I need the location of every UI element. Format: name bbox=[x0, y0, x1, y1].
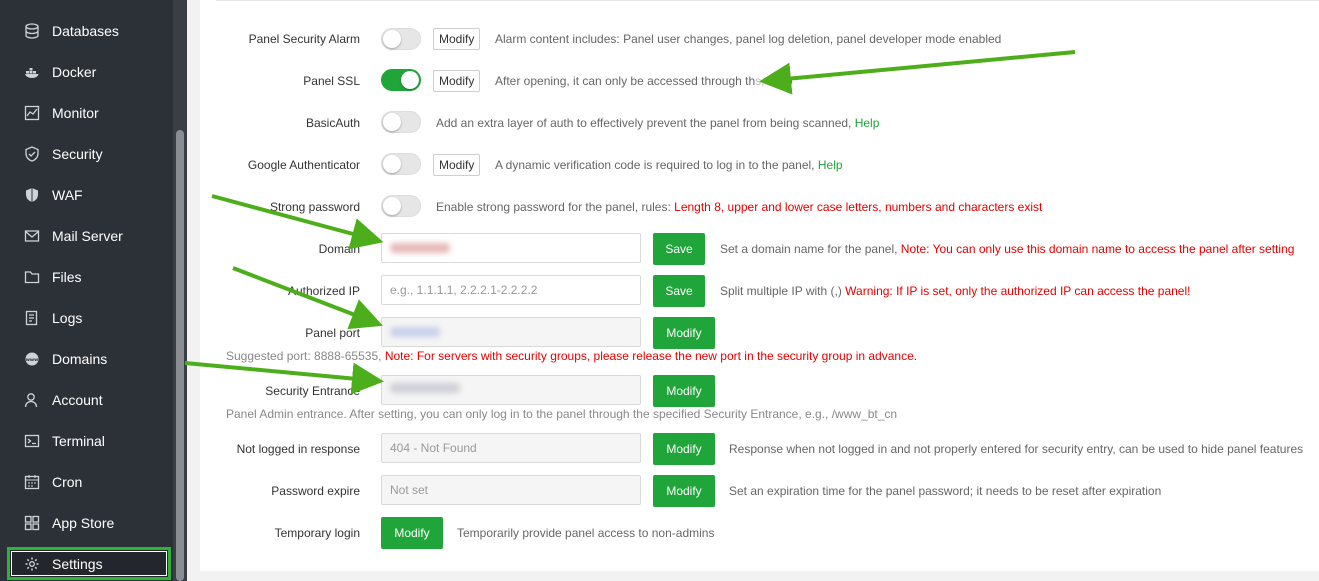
password-expire-input[interactable]: Not set bbox=[381, 475, 641, 505]
sidebar-item-label: Databases bbox=[52, 22, 119, 39]
sidebar-item-label: WAF bbox=[52, 186, 83, 203]
authorized-ip-desc: Split multiple IP with (,) Warning: If I… bbox=[720, 284, 1191, 298]
not-logged-desc: Response when not logged in and not prop… bbox=[729, 442, 1304, 456]
svg-text:www: www bbox=[26, 358, 38, 363]
sidebar-item-label: App Store bbox=[52, 514, 115, 531]
domain-label: Domain bbox=[318, 242, 360, 256]
google-auth-label: Google Authenticator bbox=[247, 158, 360, 172]
security-alarm-desc: Alarm content includes: Panel user chang… bbox=[495, 32, 1002, 46]
strong-password-desc: Enable strong password for the panel, ru… bbox=[436, 200, 1043, 214]
logs-icon bbox=[24, 310, 40, 326]
authorized-ip-input[interactable]: e.g., 1.1.1.1, 2.2.2.1-2.2.2.2 bbox=[381, 275, 641, 305]
apps-icon bbox=[24, 515, 40, 531]
sidebar-item-label: Files bbox=[52, 268, 82, 285]
security-entrance-desc: Panel Admin entrance. After setting, you… bbox=[226, 407, 898, 421]
calendar-icon bbox=[24, 474, 40, 490]
mail-icon bbox=[24, 228, 40, 244]
password-expire-modify-button[interactable]: Modify bbox=[653, 475, 715, 507]
google-auth-modify-button[interactable]: Modify bbox=[433, 154, 481, 176]
sidebar-item-waf[interactable]: WAF bbox=[0, 174, 173, 215]
docker-icon bbox=[24, 64, 40, 80]
domain-input[interactable] bbox=[381, 233, 641, 263]
google-auth-desc: A dynamic verification code is required … bbox=[495, 158, 843, 172]
panel-port-modify-button[interactable]: Modify bbox=[653, 317, 715, 349]
sidebar-item-domains[interactable]: www Domains bbox=[0, 338, 173, 379]
sidebar-item-account[interactable]: Account bbox=[0, 379, 173, 420]
security-alarm-label: Panel Security Alarm bbox=[248, 32, 360, 46]
google-auth-help-link[interactable]: Help bbox=[818, 158, 843, 172]
sidebar-item-label: Account bbox=[52, 391, 103, 408]
sidebar-item-monitor[interactable]: Monitor bbox=[0, 92, 173, 133]
sidebar-item-logs[interactable]: Logs bbox=[0, 297, 173, 338]
sidebar-item-label: Monitor bbox=[52, 104, 99, 121]
basicauth-toggle[interactable] bbox=[381, 111, 421, 133]
sidebar-item-label: Domains bbox=[52, 350, 108, 367]
monitor-icon bbox=[24, 105, 40, 121]
temporary-login-desc: Temporarily provide panel access to non-… bbox=[457, 526, 715, 540]
basicauth-desc: Add an extra layer of auth to effectivel… bbox=[436, 116, 880, 130]
sidebar-item-databases[interactable]: Databases bbox=[0, 10, 173, 51]
sidebar-item-label: Mail Server bbox=[52, 227, 123, 244]
password-expire-label: Password expire bbox=[271, 484, 360, 498]
security-entrance-modify-button[interactable]: Modify bbox=[653, 375, 715, 407]
not-logged-input[interactable]: 404 - Not Found bbox=[381, 433, 641, 463]
not-logged-label: Not logged in response bbox=[236, 442, 360, 456]
database-icon bbox=[24, 22, 40, 39]
shield-icon bbox=[24, 145, 40, 162]
gutter bbox=[187, 0, 200, 581]
panel-port-note: Suggested port: 8888-65535, Note: For se… bbox=[226, 349, 918, 363]
sidebar-item-security[interactable]: Security bbox=[0, 133, 173, 174]
password-expire-desc: Set an expiration time for the panel pas… bbox=[729, 484, 1162, 498]
panel-ssl-help-link[interactable]: Help bbox=[768, 74, 793, 88]
temporary-login-label: Temporary login bbox=[274, 526, 360, 540]
domain-save-button[interactable]: Save bbox=[653, 233, 705, 265]
panel-port-input[interactable] bbox=[381, 317, 641, 347]
panel-ssl-toggle[interactable] bbox=[381, 69, 421, 91]
sidebar-item-label: Security bbox=[52, 145, 103, 162]
user-icon bbox=[24, 392, 40, 408]
not-logged-modify-button[interactable]: Modify bbox=[653, 433, 715, 465]
sidebar-item-label: Terminal bbox=[52, 432, 105, 449]
sidebar-item-app-store[interactable]: App Store bbox=[0, 502, 173, 543]
sidebar: Databases Docker Monitor Security WAF Ma… bbox=[0, 0, 173, 581]
waf-shield-icon bbox=[24, 187, 40, 203]
basicauth-help-link[interactable]: Help bbox=[855, 116, 880, 130]
panel-port-label: Panel port bbox=[305, 326, 360, 340]
strong-password-label: Strong password bbox=[269, 200, 360, 214]
sidebar-item-mail-server[interactable]: Mail Server bbox=[0, 215, 173, 256]
security-entrance-label: Security Entrance bbox=[265, 384, 360, 398]
temporary-login-modify-button[interactable]: Modify bbox=[381, 517, 443, 549]
security-alarm-toggle[interactable] bbox=[381, 28, 421, 50]
security-entrance-input[interactable] bbox=[381, 375, 641, 405]
sidebar-item-label: Settings bbox=[52, 555, 103, 572]
security-alarm-modify-button[interactable]: Modify bbox=[433, 28, 481, 50]
gear-icon bbox=[24, 556, 40, 572]
panel-ssl-label: Panel SSL bbox=[303, 74, 360, 88]
www-icon: www bbox=[24, 351, 40, 367]
folder-icon bbox=[24, 269, 40, 285]
sidebar-item-terminal[interactable]: Terminal bbox=[0, 420, 173, 461]
terminal-icon bbox=[24, 433, 40, 449]
sidebar-item-label: Logs bbox=[52, 309, 83, 326]
sidebar-item-label: Docker bbox=[52, 63, 97, 80]
panel-ssl-desc: After opening, it can only be accessed t… bbox=[495, 74, 793, 88]
authorized-ip-label: Authorized IP bbox=[287, 284, 360, 298]
strong-password-toggle[interactable] bbox=[381, 195, 421, 217]
basicauth-label: BasicAuth bbox=[305, 116, 360, 130]
sidebar-scrollbar[interactable] bbox=[173, 0, 187, 581]
sidebar-item-docker[interactable]: Docker bbox=[0, 51, 173, 92]
authorized-ip-save-button[interactable]: Save bbox=[653, 275, 705, 307]
sidebar-item-label: Cron bbox=[52, 473, 83, 490]
domain-desc: Set a domain name for the panel, Note: Y… bbox=[720, 242, 1295, 256]
sidebar-item-files[interactable]: Files bbox=[0, 256, 173, 297]
panel-ssl-modify-button[interactable]: Modify bbox=[433, 70, 481, 92]
google-auth-toggle[interactable] bbox=[381, 153, 421, 175]
sidebar-item-cron[interactable]: Cron bbox=[0, 461, 173, 502]
scrollbar-thumb[interactable] bbox=[176, 130, 184, 581]
sidebar-item-settings[interactable]: Settings bbox=[0, 543, 173, 581]
